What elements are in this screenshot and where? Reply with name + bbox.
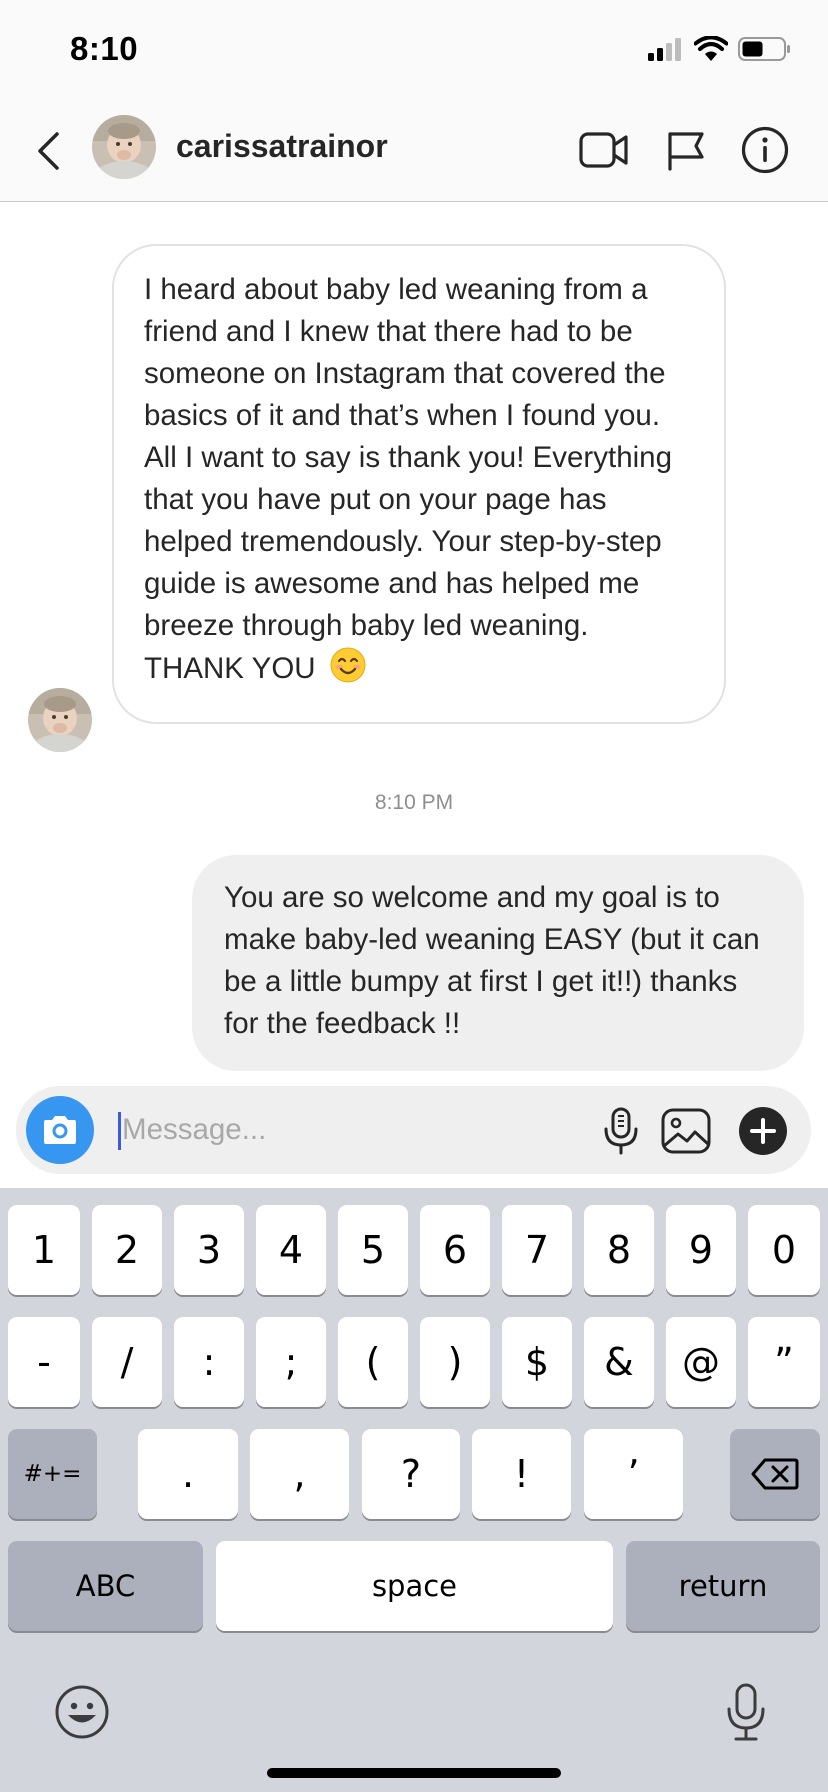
key-semicolon[interactable]: ; [256,1317,326,1407]
emoji-icon [55,1685,109,1739]
key-open-paren[interactable]: ( [338,1317,408,1407]
more-options-button[interactable] [736,1104,790,1158]
message-timestamp: 8:10 PM [374,791,454,814]
outgoing-message-bubble[interactable]: You are so welcome and my goal is to mak… [192,855,804,1071]
avatar[interactable] [92,115,156,179]
image-gallery-icon [661,1108,711,1154]
flag-icon [668,132,704,171]
key-1[interactable]: 1 [8,1205,80,1295]
key-9[interactable]: 9 [666,1205,736,1295]
key-comma[interactable]: , [250,1429,349,1519]
key-period[interactable]: . [138,1429,238,1519]
battery-icon [738,36,792,67]
backspace-icon [751,1458,799,1490]
camera-icon [44,1116,76,1144]
home-indicator[interactable] [267,1768,561,1778]
chat-header: carissatrainor [0,100,828,202]
status-icons [648,35,792,67]
message-input[interactable] [122,1100,562,1160]
key-ampersand[interactable]: & [584,1317,654,1407]
status-time: 8:10 [70,30,139,67]
back-button[interactable] [28,128,68,174]
text-caret [118,1112,121,1150]
microphone-icon [727,1683,765,1741]
delete-key[interactable] [730,1429,820,1519]
key-8[interactable]: 8 [584,1205,654,1295]
key-3[interactable]: 3 [174,1205,244,1295]
wifi-icon [693,35,729,67]
key-at[interactable]: @ [666,1317,736,1407]
report-button[interactable] [658,122,714,178]
key-hyphen[interactable]: - [8,1317,80,1407]
key-7[interactable]: 7 [502,1205,572,1295]
video-call-button[interactable] [576,122,632,178]
key-quote[interactable]: ” [748,1317,820,1407]
key-4[interactable]: 4 [256,1205,326,1295]
key-close-paren[interactable]: ) [420,1317,490,1407]
header-username[interactable]: carissatrainor [176,128,388,165]
incoming-message-text: I heard about baby led weaning from a fr… [144,273,672,685]
smiling-face-emoji-icon [330,647,366,695]
sender-avatar[interactable] [28,688,92,752]
cellular-signal-icon [648,37,684,66]
video-camera-icon [579,132,628,168]
status-bar: 8:10 [0,0,828,100]
emoji-keyboard-button[interactable] [52,1682,112,1742]
key-2[interactable]: 2 [92,1205,162,1295]
space-key[interactable]: space [216,1541,613,1631]
abc-key[interactable]: ABC [8,1541,203,1631]
key-question[interactable]: ? [362,1429,460,1519]
plus-circle-icon [739,1107,787,1155]
key-colon[interactable]: : [174,1317,244,1407]
message-composer [16,1086,811,1174]
voice-message-button[interactable] [594,1104,648,1158]
message-thread: I heard about baby led weaning from a fr… [0,203,828,1073]
key-apostrophe[interactable]: ’ [584,1429,683,1519]
microphone-icon [604,1107,638,1155]
dictation-button[interactable] [716,1676,776,1748]
outgoing-message-text: You are so welcome and my goal is to mak… [224,881,760,1040]
conversation-info-button[interactable] [737,122,793,178]
incoming-message-bubble[interactable]: I heard about baby led weaning from a fr… [112,244,726,724]
key-exclamation[interactable]: ! [472,1429,571,1519]
key-5[interactable]: 5 [338,1205,408,1295]
camera-button[interactable] [26,1096,94,1164]
gallery-button[interactable] [659,1104,713,1158]
key-slash[interactable]: / [92,1317,162,1407]
key-6[interactable]: 6 [420,1205,490,1295]
return-key[interactable]: return [626,1541,820,1631]
chevron-left-icon [38,132,59,170]
symbols-key[interactable]: #+= [8,1429,97,1519]
info-icon [741,126,789,174]
key-0[interactable]: 0 [748,1205,820,1295]
key-dollar[interactable]: $ [502,1317,572,1407]
